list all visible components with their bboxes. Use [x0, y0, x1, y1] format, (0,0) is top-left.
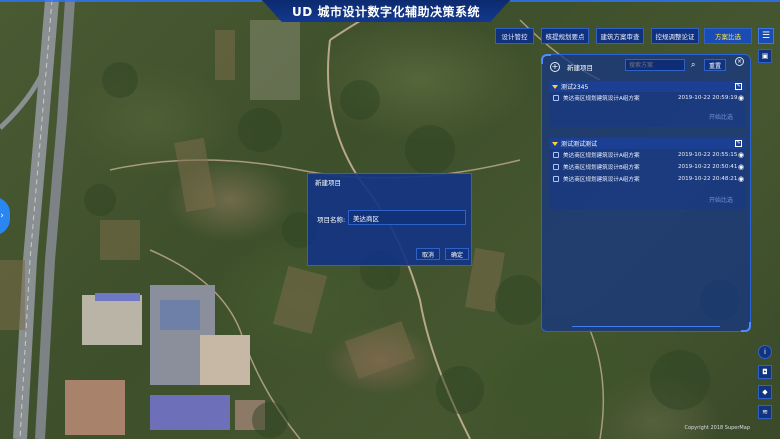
group-name: 测试测试测试: [561, 141, 598, 148]
confirm-button[interactable]: 确定: [445, 248, 469, 260]
edit-icon[interactable]: ✎: [735, 83, 742, 90]
list-item: 美达商区规划建筑设计A组方案 2019-10-22 20:59:19 ◉: [549, 92, 745, 104]
info-icon[interactable]: i: [758, 345, 772, 359]
brand-logo-text: UD: [292, 4, 313, 19]
list-item: 美达商区规划建筑设计A组方案 2019-10-22 20:55:15 ◉: [549, 149, 745, 161]
start-compare-button[interactable]: 开始比选: [709, 112, 733, 121]
nav-scheme-compare[interactable]: 方案比选: [704, 28, 752, 44]
scheme-date: 2019-10-22 20:50:41: [678, 164, 738, 170]
group-body: 美达商区规划建筑设计A组方案 2019-10-22 20:59:19 ◉ 开始比…: [549, 92, 745, 127]
item-checkbox[interactable]: [553, 176, 559, 182]
app-title: UD 城市设计数字化辅助决策系统: [292, 3, 480, 20]
group-header[interactable]: 测试测试测试 ✎: [549, 138, 745, 149]
list-item: 美达商区规划建筑设计B组方案 2019-10-22 20:50:41 ◉: [549, 161, 745, 173]
header-line-right: [510, 0, 780, 2]
system-name: 城市设计数字化辅助决策系统: [317, 4, 480, 19]
new-project-button[interactable]: 新建项目: [567, 62, 593, 72]
scheme-date: 2019-10-22 20:55:15: [678, 152, 738, 158]
eye-icon[interactable]: ◉: [738, 163, 744, 171]
nav-building-review[interactable]: 建筑方案审查: [596, 28, 644, 44]
nav-regulation-adjust[interactable]: 控规调整论证: [651, 28, 699, 44]
scheme-compare-panel: × + 新建项目 ⌕ 重置 测试2345 ✎ 美达商区规划建筑设计A组方案 20…: [541, 54, 751, 332]
close-icon[interactable]: ×: [735, 57, 744, 66]
chevron-right-icon: ›: [0, 211, 4, 221]
nav-planning-points[interactable]: 核提规划要点: [541, 28, 589, 44]
screenshot-icon[interactable]: ▣: [758, 49, 772, 63]
camera-icon[interactable]: ◘: [758, 365, 772, 379]
project-name-input[interactable]: [348, 210, 466, 225]
app-title-bar: UD 城市设计数字化辅助决策系统: [262, 0, 510, 22]
chevron-down-icon: [552, 141, 558, 146]
scheme-date: 2019-10-22 20:48:21: [678, 176, 738, 182]
edit-icon[interactable]: ✎: [735, 140, 742, 147]
group-header[interactable]: 测试2345 ✎: [549, 81, 745, 92]
group-name: 测试2345: [561, 84, 589, 91]
list-icon[interactable]: ☰: [758, 28, 774, 44]
item-checkbox[interactable]: [553, 95, 559, 101]
layers-icon[interactable]: ≋: [758, 405, 772, 419]
header-line-left: [0, 0, 262, 2]
compass-icon[interactable]: ◆: [758, 385, 772, 399]
dialog-title: 新建项目: [315, 179, 341, 187]
eye-icon[interactable]: ◉: [738, 94, 744, 102]
cancel-button[interactable]: 取消: [416, 248, 440, 260]
chevron-down-icon: [552, 84, 558, 89]
group-body: 美达商区规划建筑设计A组方案 2019-10-22 20:55:15 ◉ 美达商…: [549, 149, 745, 209]
scheme-date: 2019-10-22 20:59:19: [678, 95, 738, 101]
eye-icon[interactable]: ◉: [738, 175, 744, 183]
new-project-dialog: 新建项目 项目名称: 取消 确定: [307, 173, 472, 266]
scheme-name: 美达商区规划建筑设计A组方案: [563, 177, 640, 183]
eye-icon[interactable]: ◉: [738, 151, 744, 159]
scheme-name: 美达商区规划建筑设计B组方案: [563, 165, 640, 171]
scheme-name: 美达商区规划建筑设计A组方案: [563, 96, 640, 102]
scheme-name: 美达商区规划建筑设计A组方案: [563, 153, 640, 159]
start-compare-button[interactable]: 开始比选: [709, 195, 733, 204]
search-icon[interactable]: ⌕: [691, 60, 695, 70]
panel-footer-line: [572, 326, 720, 329]
project-name-label: 项目名称:: [317, 216, 346, 224]
nav-design-control[interactable]: 设计管控: [495, 28, 534, 44]
item-checkbox[interactable]: [553, 152, 559, 158]
project-group: 测试2345 ✎ 美达商区规划建筑设计A组方案 2019-10-22 20:59…: [549, 81, 745, 127]
reset-button[interactable]: 重置: [704, 59, 726, 71]
list-item: 美达商区规划建筑设计A组方案 2019-10-22 20:48:21 ◉: [549, 173, 745, 185]
plus-icon[interactable]: +: [550, 62, 560, 72]
search-input[interactable]: [625, 59, 685, 71]
project-group: 测试测试测试 ✎ 美达商区规划建筑设计A组方案 2019-10-22 20:55…: [549, 138, 745, 209]
panel-toolbar: + 新建项目: [550, 60, 593, 74]
item-checkbox[interactable]: [553, 164, 559, 170]
map-copyright: Copyright 2018 SuperMap: [684, 425, 750, 431]
